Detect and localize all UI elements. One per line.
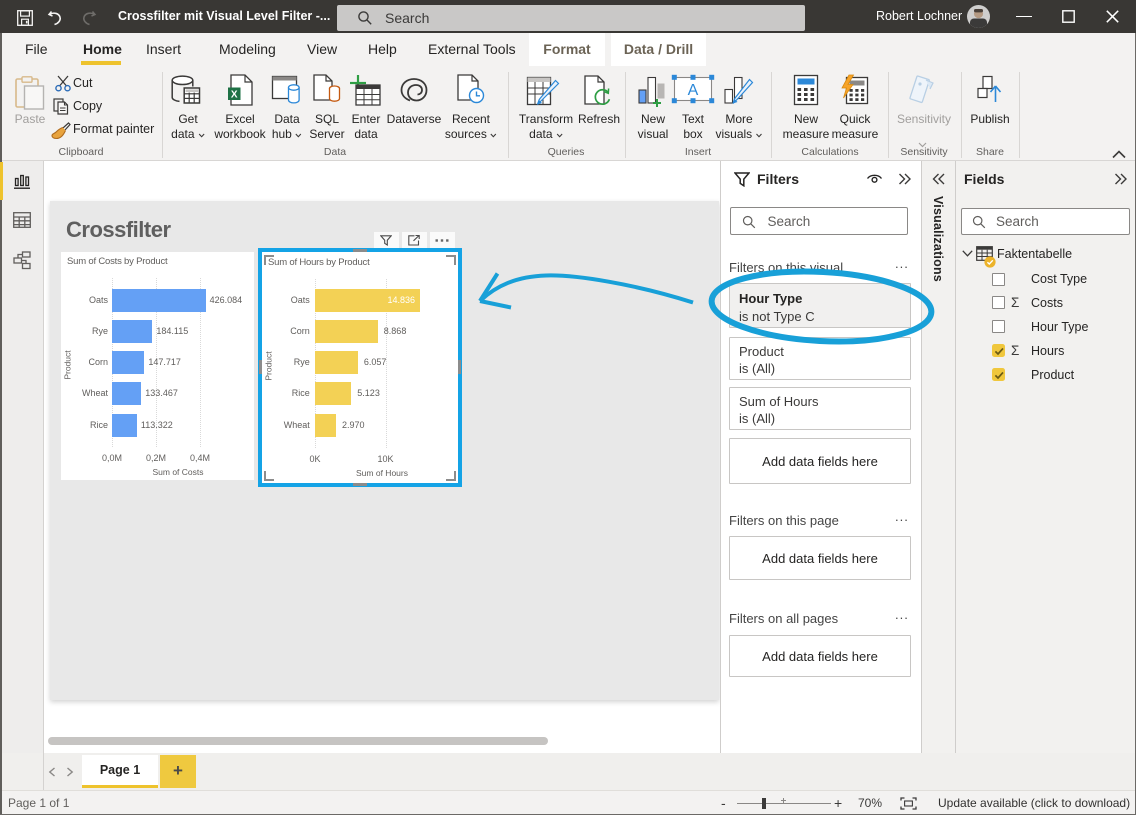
svg-text:X: X: [231, 89, 238, 100]
svg-text:A: A: [688, 82, 699, 99]
